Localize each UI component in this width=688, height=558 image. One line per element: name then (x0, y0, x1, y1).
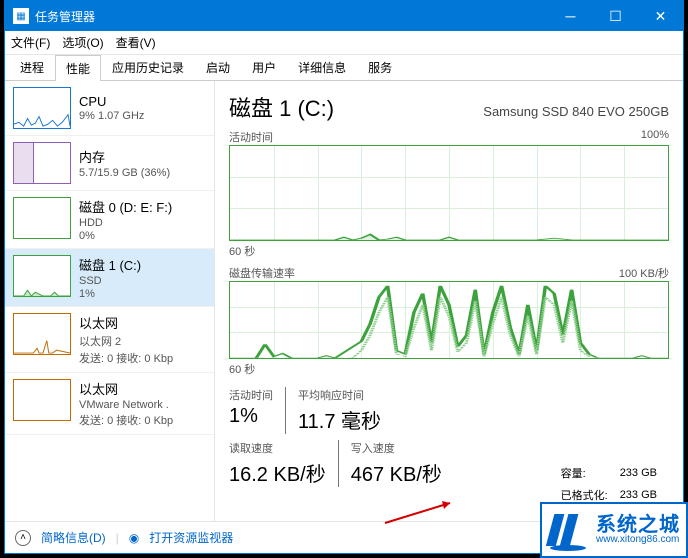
maximize-button[interactable]: ☐ (593, 1, 638, 31)
chart2-label: 磁盘传输速率 (229, 265, 295, 281)
disk1-thumb (13, 255, 71, 297)
annotation-arrow (380, 498, 460, 528)
tabbar: 进程 性能 应用历史记录 启动 用户 详细信息 服务 (5, 55, 683, 81)
sidebar-label: 磁盘 0 (D: E: F:) (79, 197, 172, 216)
sidebar-sub2: 1% (79, 288, 141, 300)
sidebar-item-cpu[interactable]: CPU 9% 1.07 GHz (5, 81, 214, 136)
chart2-max: 100 KB/秒 (619, 265, 669, 281)
brief-info-link[interactable]: 简略信息(D) (41, 529, 106, 546)
monitor-icon: ◉ (129, 531, 139, 545)
close-button[interactable]: ✕ (638, 1, 683, 31)
sidebar-label: 磁盘 1 (C:) (79, 255, 141, 274)
sidebar-sub2: 0% (79, 230, 172, 242)
sidebar-sub: 9% 1.07 GHz (79, 110, 144, 122)
tab-services[interactable]: 服务 (357, 54, 403, 80)
sidebar-sub2: 发送: 0 接收: 0 Kbp (79, 412, 173, 428)
chart2-foot: 60 秒 (229, 361, 669, 377)
watermark-logo: 系统之城 www.xitong86.com (540, 502, 688, 558)
chart1-foot: 60 秒 (229, 243, 669, 259)
stat-activity-value: 1% (229, 405, 273, 428)
stat-response-label: 平均响应时间 (298, 387, 381, 403)
chevron-up-icon[interactable]: ˄ (15, 530, 31, 546)
tab-performance[interactable]: 性能 (55, 55, 101, 81)
sidebar-label: 以太网 (79, 379, 173, 398)
tab-details[interactable]: 详细信息 (287, 54, 357, 80)
sidebar-sub: SSD (79, 275, 141, 287)
eth1-thumb (13, 313, 71, 355)
detail-title: 磁盘 1 (C:) (229, 91, 334, 123)
sidebar-sub: HDD (79, 217, 172, 229)
menu-view[interactable]: 查看(V) (116, 34, 156, 51)
stat-write-value: 467 KB/秒 (351, 458, 442, 487)
menu-file[interactable]: 文件(F) (11, 34, 50, 51)
chart1-max: 100% (641, 129, 669, 145)
sidebar: CPU 9% 1.07 GHz 内存 5.7/15.9 GB (36%) 磁盘 … (5, 81, 215, 521)
watermark-text-en: www.xitong86.com (596, 535, 680, 545)
resource-monitor-link[interactable]: 打开资源监视器 (149, 529, 233, 546)
menu-options[interactable]: 选项(O) (62, 34, 103, 51)
watermark-text-cn: 系统之城 (596, 515, 680, 535)
sidebar-item-ethernet2[interactable]: 以太网 VMware Network . 发送: 0 接收: 0 Kbp (5, 373, 214, 435)
disk0-thumb (13, 197, 71, 239)
activity-chart (229, 145, 669, 241)
memory-thumb (13, 142, 71, 184)
prop-capacity-label: 容量: (561, 463, 618, 483)
eth2-thumb (13, 379, 71, 421)
sidebar-sub: 以太网 2 (79, 333, 173, 349)
menubar: 文件(F) 选项(O) 查看(V) (5, 31, 683, 55)
cpu-thumb (13, 87, 71, 129)
minimize-button[interactable]: ─ (548, 1, 593, 31)
stat-response-value: 11.7 毫秒 (298, 405, 381, 434)
sidebar-label: 以太网 (79, 313, 173, 332)
stat-activity-label: 活动时间 (229, 387, 273, 403)
sidebar-item-memory[interactable]: 内存 5.7/15.9 GB (36%) (5, 136, 214, 191)
sidebar-label: 内存 (79, 147, 170, 166)
sidebar-item-disk1[interactable]: 磁盘 1 (C:) SSD 1% (5, 249, 214, 307)
tab-users[interactable]: 用户 (241, 54, 287, 80)
chart1-label: 活动时间 (229, 129, 273, 145)
sidebar-sub2: 发送: 0 接收: 0 Kbp (79, 350, 173, 366)
stat-write-label: 写入速度 (351, 440, 442, 456)
stat-read-label: 读取速度 (229, 440, 326, 456)
app-icon: ▦ (13, 8, 29, 24)
stat-read-value: 16.2 KB/秒 (229, 458, 326, 487)
tab-startup[interactable]: 启动 (195, 54, 241, 80)
sidebar-sub: 5.7/15.9 GB (36%) (79, 167, 170, 179)
titlebar: ▦ 任务管理器 ─ ☐ ✕ (5, 1, 683, 31)
window-title: 任务管理器 (35, 8, 548, 25)
tab-processes[interactable]: 进程 (9, 54, 55, 80)
sidebar-sub: VMware Network . (79, 399, 173, 411)
detail-panel: 磁盘 1 (C:) Samsung SSD 840 EVO 250GB 活动时间… (215, 81, 683, 521)
detail-model: Samsung SSD 840 EVO 250GB (483, 104, 669, 119)
tab-app-history[interactable]: 应用历史记录 (101, 54, 195, 80)
transfer-chart (229, 281, 669, 359)
sidebar-label: CPU (79, 94, 144, 109)
prop-capacity-value: 233 GB (620, 463, 667, 483)
sidebar-item-ethernet1[interactable]: 以太网 以太网 2 发送: 0 接收: 0 Kbp (5, 307, 214, 373)
sidebar-item-disk0[interactable]: 磁盘 0 (D: E: F:) HDD 0% (5, 191, 214, 249)
